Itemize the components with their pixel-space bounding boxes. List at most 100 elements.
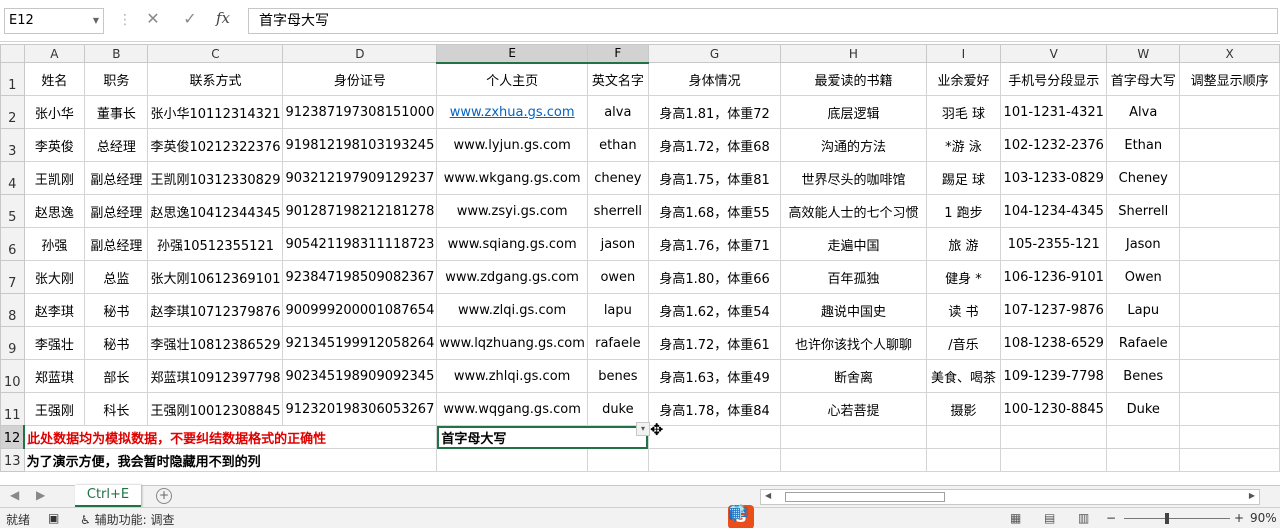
data-cell[interactable] (1179, 260, 1280, 294)
page-break-preview-icon[interactable]: ▥ (1078, 511, 1089, 525)
data-cell[interactable]: 王强刚 (23, 392, 86, 426)
data-cell[interactable]: Benes (1106, 359, 1181, 393)
data-cell[interactable]: Alva (1106, 95, 1181, 129)
flash-fill-options-icon[interactable]: ▾ (636, 422, 650, 436)
active-cell[interactable]: 首字母大写 (436, 425, 649, 449)
header-cell[interactable]: 业余爱好 (925, 62, 1002, 96)
data-cell[interactable]: 身高1.68，体重55 (647, 194, 782, 228)
data-cell[interactable]: 副总经理 (84, 194, 149, 228)
cancel-icon[interactable]: ✕ (142, 9, 164, 28)
data-cell[interactable] (1179, 293, 1280, 327)
data-cell[interactable]: duke (586, 392, 649, 426)
row-header-2[interactable]: 2 (0, 95, 25, 129)
empty-cell[interactable] (1000, 425, 1108, 449)
data-cell[interactable]: 108-1238-6529 (1000, 326, 1108, 360)
data-cell[interactable]: 郑蓝琪10912397798 (147, 359, 284, 393)
header-cell[interactable]: 英文名字 (586, 62, 649, 96)
data-cell[interactable]: /音乐 (925, 326, 1002, 360)
row-header-9[interactable]: 9 (0, 326, 25, 360)
data-cell[interactable]: 905421198311118723 (282, 227, 438, 261)
data-cell[interactable]: Lapu (1106, 293, 1181, 327)
data-cell[interactable]: 赵李琪 (23, 293, 86, 327)
data-cell[interactable]: 断舍离 (780, 359, 927, 393)
data-cell[interactable]: 105-2355-121 (1000, 227, 1108, 261)
data-cell[interactable]: 美食、喝茶 (925, 359, 1002, 393)
select-all-corner[interactable] (0, 44, 25, 63)
data-cell[interactable]: Owen (1106, 260, 1181, 294)
column-header-h[interactable]: H (780, 44, 927, 63)
data-cell[interactable]: Ethan (1106, 128, 1181, 162)
column-header-d[interactable]: D (282, 44, 438, 63)
row-header-10[interactable]: 10 (0, 359, 25, 393)
sheet-tab-ctrl-e[interactable]: Ctrl+E (75, 485, 141, 507)
data-cell[interactable]: lapu (586, 293, 649, 327)
data-cell[interactable]: 身高1.72，体重61 (647, 326, 782, 360)
data-cell[interactable] (1179, 128, 1280, 162)
data-cell[interactable]: 走遍中国 (780, 227, 927, 261)
empty-cell[interactable] (1179, 448, 1280, 472)
data-cell[interactable]: *游 泳 (925, 128, 1002, 162)
data-cell[interactable]: 923847198509082367 (282, 260, 438, 294)
data-cell[interactable]: 900999200001087654 (282, 293, 438, 327)
row-header-4[interactable]: 4 (0, 161, 25, 195)
add-sheet-icon[interactable]: + (156, 488, 172, 504)
toolbox-icon[interactable]: ▦ (728, 505, 741, 521)
data-cell[interactable]: 103-1233-0829 (1000, 161, 1108, 195)
data-cell[interactable] (1179, 227, 1280, 261)
row-header-12[interactable]: 12 (0, 425, 26, 449)
data-cell[interactable] (1179, 392, 1280, 426)
data-cell[interactable]: 赵思逸 (23, 194, 86, 228)
header-cell[interactable]: 职务 (84, 62, 149, 96)
empty-cell[interactable] (436, 448, 588, 472)
horizontal-scrollbar[interactable]: ◀ ▶ (760, 489, 1260, 505)
scroll-left-icon[interactable]: ◀ (765, 491, 771, 500)
empty-cell[interactable] (925, 425, 1002, 449)
data-cell[interactable]: 底层逻辑 (780, 95, 927, 129)
data-cell[interactable]: www.zlqi.gs.com (436, 293, 588, 327)
column-header-a[interactable]: A (23, 44, 86, 63)
data-cell[interactable]: 赵李琪10712379876 (147, 293, 284, 327)
macro-record-icon[interactable]: ▣ (48, 511, 59, 525)
data-cell[interactable]: rafaele (586, 326, 649, 360)
data-cell[interactable]: 身高1.63，体重49 (647, 359, 782, 393)
scroll-thumb[interactable] (785, 492, 945, 502)
data-cell[interactable]: 副总经理 (84, 227, 149, 261)
data-cell[interactable] (1179, 326, 1280, 360)
data-cell[interactable]: cheney (586, 161, 649, 195)
empty-cell[interactable] (780, 448, 927, 472)
header-cell[interactable]: 调整显示顺序 (1179, 62, 1280, 96)
data-cell[interactable]: jason (586, 227, 649, 261)
data-cell[interactable]: 也许你该找个人聊聊 (780, 326, 927, 360)
header-cell[interactable]: 最爱读的书籍 (780, 62, 927, 96)
data-cell[interactable]: 100-1230-8845 (1000, 392, 1108, 426)
data-cell[interactable]: 身高1.62，体重54 (647, 293, 782, 327)
header-cell[interactable]: 联系方式 (147, 62, 284, 96)
insert-function-icon[interactable]: fx (216, 9, 230, 27)
data-cell[interactable]: 身高1.76，体重71 (647, 227, 782, 261)
data-cell[interactable]: 高效能人士的七个习惯 (780, 194, 927, 228)
data-cell[interactable]: 科长 (84, 392, 149, 426)
chevron-down-icon[interactable]: ▼ (93, 9, 99, 33)
formula-input[interactable]: 首字母大写 (248, 8, 1278, 34)
data-cell[interactable]: 919812198103193245 (282, 128, 438, 162)
data-cell[interactable]: 沟通的方法 (780, 128, 927, 162)
data-cell[interactable]: 郑蓝琪 (23, 359, 86, 393)
column-header-x[interactable]: X (1179, 44, 1280, 63)
note-cell[interactable]: 此处数据均为模拟数据，不要纠结数据格式的正确性 (23, 425, 438, 449)
data-cell[interactable]: 百年孤独 (780, 260, 927, 294)
row-header-8[interactable]: 8 (0, 293, 25, 327)
next-sheet-icon[interactable]: ▶ (36, 488, 45, 502)
header-cell[interactable]: 个人主页 (436, 62, 588, 96)
data-cell[interactable]: sherrell (586, 194, 649, 228)
data-cell[interactable]: 张大刚 (23, 260, 86, 294)
data-cell[interactable]: Rafaele (1106, 326, 1181, 360)
data-cell[interactable]: Jason (1106, 227, 1181, 261)
data-cell[interactable]: 读 书 (925, 293, 1002, 327)
zoom-slider[interactable] (1124, 518, 1230, 519)
data-cell[interactable]: www.zsyi.gs.com (436, 194, 588, 228)
data-cell[interactable]: 李英俊10212322376 (147, 128, 284, 162)
data-cell[interactable]: 王凯刚 (23, 161, 86, 195)
data-cell[interactable]: 孙强 (23, 227, 86, 261)
data-cell[interactable]: www.zhlqi.gs.com (436, 359, 588, 393)
data-cell[interactable]: 世界尽头的咖啡馆 (780, 161, 927, 195)
